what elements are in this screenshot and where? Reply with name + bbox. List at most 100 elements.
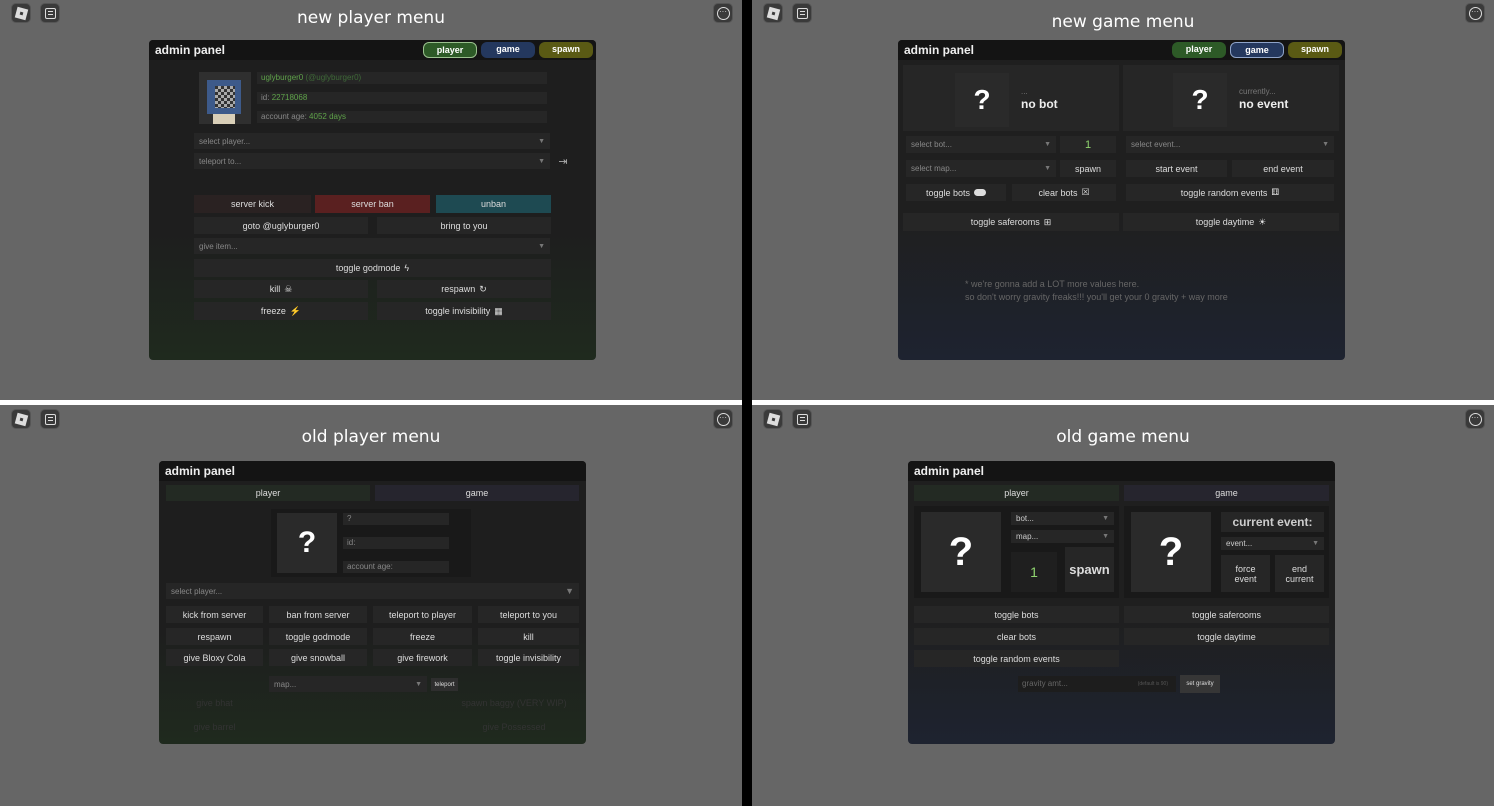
select-map-dropdown[interactable]: select map... ▼ — [906, 160, 1056, 177]
panel-title: admin panel — [914, 464, 985, 478]
tab-spawn[interactable]: spawn — [539, 42, 593, 58]
tab-game[interactable]: game — [481, 42, 535, 58]
select-bot-dropdown[interactable]: select bot... ▼ — [906, 136, 1056, 153]
bring-to-you-button[interactable]: bring to you — [377, 217, 551, 234]
event-preview: ? — [1131, 512, 1211, 592]
clear-bots-button[interactable]: clear bots — [914, 628, 1119, 645]
toggle-saferooms-button[interactable]: toggle saferooms ⊞ — [903, 213, 1119, 231]
account-age-field: account age: 4052 days — [257, 111, 547, 123]
teleport-to-player-button[interactable]: teleport to player — [373, 606, 472, 623]
toggle-daytime-button[interactable]: toggle daytime ☀ — [1123, 213, 1339, 231]
avatar-head-icon — [207, 80, 241, 114]
chat-icon[interactable] — [40, 409, 60, 429]
chevron-down-icon: ▼ — [565, 586, 574, 596]
panel-title: admin panel — [155, 43, 226, 57]
kick-from-server-button[interactable]: kick from server — [166, 606, 263, 623]
set-gravity-button[interactable]: set gravity — [1180, 675, 1220, 693]
chevron-down-icon: ▼ — [415, 680, 422, 688]
tab-game[interactable]: game — [375, 485, 579, 501]
bot-dropdown[interactable]: bot... ▼ — [1011, 512, 1114, 525]
teleport-go-icon[interactable]: ⇥ — [555, 153, 571, 169]
give-snowball-button[interactable]: give snowball — [269, 649, 367, 666]
avatar — [199, 72, 251, 124]
unban-button[interactable]: unban — [436, 195, 551, 213]
give-bhat-button[interactable]: give bhat — [166, 695, 263, 711]
respawn-button[interactable]: respawn — [166, 628, 263, 645]
chat-icon[interactable] — [792, 409, 812, 429]
give-bloxy-cola-button[interactable]: give Bloxy Cola — [166, 649, 263, 666]
clear-bots-button[interactable]: clear bots ☒ — [1012, 184, 1116, 201]
toggle-daytime-button[interactable]: toggle daytime — [1124, 628, 1329, 645]
account-age-field: account age: — [343, 561, 449, 573]
tab-player[interactable]: player — [1172, 42, 1226, 58]
player-name-field: ? — [343, 513, 449, 525]
toggle-invisibility-button[interactable]: toggle invisibility ▦ — [377, 302, 551, 320]
spawn-baggy-button[interactable]: spawn baggy (VERY WIP) — [449, 695, 579, 711]
server-ban-button[interactable]: server ban — [315, 195, 430, 213]
player-id-field: id: — [343, 537, 449, 549]
map-dropdown[interactable]: map... ▼ — [1011, 530, 1114, 543]
toggle-godmode-button[interactable]: toggle godmode ϟ — [194, 259, 551, 277]
select-player-dropdown[interactable]: select player... ▼ — [194, 133, 550, 149]
freeze-button[interactable]: freeze — [373, 628, 472, 645]
give-barrel-button[interactable]: give barrel — [166, 719, 263, 735]
give-item-dropdown[interactable]: give item... ▼ — [194, 238, 550, 254]
tab-player[interactable]: player — [166, 485, 370, 501]
panel-title: admin panel — [165, 464, 236, 478]
toggle-invisibility-button[interactable]: toggle invisibility — [478, 649, 579, 666]
panel-header: admin panel player game spawn — [149, 40, 596, 60]
roblox-logo-icon[interactable] — [763, 409, 783, 429]
select-event-dropdown[interactable]: select event... ▼ — [1126, 136, 1334, 153]
kill-button[interactable]: kill — [478, 628, 579, 645]
gravity-input[interactable]: gravity amt... (default is 90) — [1018, 676, 1176, 692]
chevron-down-icon: ▼ — [538, 157, 545, 165]
username-field: uglyburger0 (@uglyburger0) — [257, 72, 547, 84]
more-icon[interactable]: ··· — [1465, 409, 1485, 429]
teleport-to-dropdown[interactable]: teleport to... ▼ — [194, 153, 550, 169]
chevron-down-icon: ▼ — [1044, 165, 1051, 172]
event-preview: ? — [1173, 73, 1227, 127]
chevron-down-icon: ▼ — [1102, 515, 1109, 522]
select-player-dropdown[interactable]: select player... ▼ — [166, 583, 579, 599]
end-event-button[interactable]: end event — [1232, 160, 1334, 177]
ban-from-server-button[interactable]: ban from server — [269, 606, 367, 623]
toggle-random-events-button[interactable]: toggle random events — [914, 650, 1119, 667]
chevron-down-icon: ▼ — [1044, 141, 1051, 148]
toggle-random-events-button[interactable]: toggle random events ⚅ — [1126, 184, 1334, 201]
give-possessed-button[interactable]: give Possessed — [449, 719, 579, 735]
server-kick-button[interactable]: server kick — [194, 195, 311, 213]
teleport-button[interactable]: teleport — [431, 678, 458, 691]
tab-game[interactable]: game — [1230, 42, 1284, 58]
toggle-saferooms-button[interactable]: toggle saferooms — [1124, 606, 1329, 623]
spawn-button[interactable]: spawn — [1060, 160, 1116, 177]
kill-button[interactable]: kill ☠ — [194, 280, 368, 298]
map-dropdown[interactable]: map... ▼ — [269, 676, 427, 692]
freeze-button[interactable]: freeze ⚡ — [194, 302, 368, 320]
tab-spawn[interactable]: spawn — [1288, 42, 1342, 58]
respawn-button[interactable]: respawn ↻ — [377, 280, 551, 298]
goto-player-button[interactable]: goto @uglyburger0 — [194, 217, 368, 234]
quadrant-old-player-menu: ··· old player menu admin panel player g… — [0, 405, 742, 806]
bot-count-input[interactable]: 1 — [1060, 136, 1116, 153]
teleport-to-you-button[interactable]: teleport to you — [478, 606, 579, 623]
end-current-button[interactable]: end current — [1275, 555, 1324, 592]
more-icon[interactable]: ··· — [713, 409, 733, 429]
spawn-button[interactable]: spawn — [1065, 547, 1114, 592]
event-dropdown[interactable]: event... ▼ — [1221, 537, 1324, 550]
dice-icon: ⚅ — [1271, 187, 1280, 197]
roblox-logo-icon[interactable] — [11, 409, 31, 429]
toggle-godmode-button[interactable]: toggle godmode — [269, 628, 367, 645]
tab-player[interactable]: player — [423, 42, 477, 58]
toggle-bots-button[interactable]: toggle bots — [906, 184, 1006, 201]
bot-info-card: ? ... no bot — [903, 65, 1119, 131]
tab-game[interactable]: game — [1124, 485, 1329, 501]
bot-count-input[interactable]: 1 — [1011, 552, 1057, 592]
skull-icon: ☠ — [284, 283, 293, 294]
start-event-button[interactable]: start event — [1126, 160, 1227, 177]
force-event-button[interactable]: force event — [1221, 555, 1270, 592]
sun-icon: ☀ — [1258, 216, 1267, 227]
tab-player[interactable]: player — [914, 485, 1119, 501]
toggle-bots-button[interactable]: toggle bots — [914, 606, 1119, 623]
chevron-down-icon: ▼ — [1322, 141, 1329, 148]
give-firework-button[interactable]: give firework — [373, 649, 472, 666]
